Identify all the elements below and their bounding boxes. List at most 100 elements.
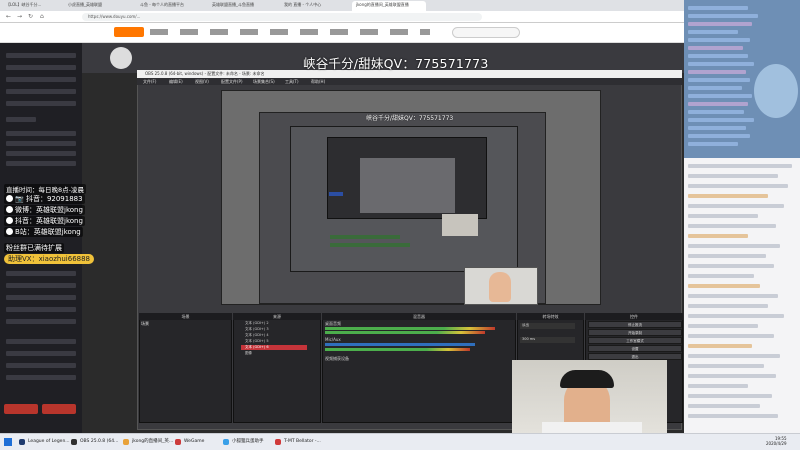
- browser-tab[interactable]: 我的 直播 - 个人中心: [280, 1, 350, 11]
- sidebar-item[interactable]: [6, 77, 76, 82]
- person-figure: [489, 272, 511, 302]
- reload-icon[interactable]: ↻: [28, 13, 33, 20]
- chat-message: [688, 314, 784, 318]
- transition-duration-input[interactable]: 300 ms: [520, 337, 575, 343]
- audio-meter: [325, 343, 475, 346]
- mixer-channel-label: 视频捕获设备: [325, 356, 349, 361]
- sidebar-item[interactable]: [6, 161, 76, 166]
- bilibili-icon: [6, 228, 13, 235]
- site-nav[interactable]: [150, 29, 430, 35]
- chat-message: [688, 126, 746, 130]
- chat-message: [688, 14, 758, 18]
- left-sidebar: [0, 43, 82, 433]
- sidebar-item[interactable]: [6, 117, 36, 122]
- sidebar-item[interactable]: [6, 141, 76, 146]
- sidebar-item[interactable]: [6, 283, 76, 288]
- chat-message: [688, 164, 792, 168]
- overlay-text-small: 峡谷千分/甜妹QV：775571773: [366, 115, 454, 122]
- sidebar-item[interactable]: [6, 131, 76, 136]
- audio-meter: [325, 348, 470, 351]
- avatar[interactable]: [110, 47, 132, 69]
- menu-item-scene-collection[interactable]: 场景集合(S): [253, 79, 275, 85]
- sidebar-action-button[interactable]: [4, 404, 38, 414]
- menu-item-tools[interactable]: 工具(T): [285, 79, 299, 85]
- taskbar-app[interactable]: T-MT Bellator -...: [274, 436, 324, 448]
- webcam-source: [464, 267, 538, 305]
- transition-select[interactable]: 淡出: [520, 323, 575, 329]
- chat-message: [688, 194, 768, 198]
- sidebar-item[interactable]: [6, 375, 76, 380]
- menu-item-view[interactable]: 视图(V): [195, 79, 209, 85]
- taskbar-app[interactable]: WeGame: [174, 436, 220, 448]
- source-item-selected[interactable]: 文本 (GDI+) 6: [241, 345, 307, 350]
- settings-button[interactable]: 设置: [588, 345, 682, 352]
- sidebar-item[interactable]: [6, 351, 76, 356]
- mixer-channel-label: Mic/Aux: [325, 337, 341, 342]
- sidebar-item[interactable]: [6, 339, 76, 344]
- search-input[interactable]: [452, 27, 520, 38]
- app-icon: [275, 439, 281, 445]
- source-item[interactable]: 文本 (GDI+) 4: [241, 333, 307, 338]
- overlay-social-line: B站：英雄联盟jkong: [4, 227, 83, 237]
- home-icon[interactable]: ⌂: [40, 13, 44, 20]
- taskbar-app[interactable]: League of Legen...: [18, 436, 70, 448]
- back-icon[interactable]: ←: [6, 13, 11, 20]
- mascot-illustration: [754, 64, 798, 118]
- chat-message: [688, 110, 744, 114]
- taskbar-app[interactable]: jkong的直播间_英...: [122, 436, 173, 448]
- taskbar-app[interactable]: 小狐狸兵蛋助手: [222, 436, 272, 448]
- sidebar-item[interactable]: [6, 89, 76, 94]
- menu-item-help[interactable]: 帮助(H): [311, 79, 325, 85]
- sidebar-item[interactable]: [6, 307, 76, 312]
- overlay-social-text: 微博：英雄联盟jkong: [15, 206, 83, 214]
- browser-tab[interactable]: 小虎直播_英雄联盟: [64, 1, 134, 11]
- browser-tab[interactable]: 斗鱼 - 每个人的直播平台: [136, 1, 206, 11]
- league-icon: [19, 439, 25, 445]
- chat-message: [688, 142, 738, 146]
- chat-message: [688, 22, 752, 26]
- person-hair: [560, 370, 614, 388]
- address-bar[interactable]: https://www.douyu.com/...: [82, 13, 482, 21]
- menu-item-file[interactable]: 文件(F): [143, 79, 156, 85]
- menu-item-edit[interactable]: 编辑(E): [169, 79, 183, 85]
- site-logo[interactable]: [114, 27, 144, 37]
- sidebar-item[interactable]: [6, 101, 76, 106]
- exit-button[interactable]: 退出: [588, 353, 682, 360]
- sidebar-item[interactable]: [6, 319, 76, 324]
- source-item[interactable]: 图像: [241, 351, 307, 356]
- chat-message: [688, 184, 788, 188]
- source-item[interactable]: 文本 (GDI+) 5: [241, 339, 307, 344]
- taskbar-app-label: T-MT Bellator -...: [284, 439, 321, 444]
- sidebar-item[interactable]: [6, 151, 76, 156]
- taskbar-app[interactable]: OBS 25.0.8 (64...: [70, 436, 120, 448]
- stop-streaming-button[interactable]: 停止推流: [588, 321, 682, 328]
- sidebar-item[interactable]: [6, 53, 76, 58]
- source-item[interactable]: 文本 (GDI+) 2: [241, 321, 307, 326]
- chat-message: [688, 354, 780, 358]
- forward-icon[interactable]: →: [17, 13, 22, 20]
- browser-tab-active[interactable]: jkong的直播间_英雄联盟直播: [352, 1, 426, 11]
- studio-mode-button[interactable]: 工作室模式: [588, 337, 682, 344]
- chat-message: [688, 404, 760, 408]
- douyin-icon: [6, 195, 13, 202]
- menu-item-profile[interactable]: 配置文件(P): [221, 79, 243, 85]
- weibo-icon: [6, 206, 13, 213]
- chat-message: [688, 384, 748, 388]
- overlay-section-label: 粉丝群已满待扩展: [4, 243, 64, 253]
- controls-dock-title: 控件: [585, 313, 683, 320]
- browser-tab[interactable]: 英雄联盟直播_斗鱼直播: [208, 1, 278, 11]
- browser-tab[interactable]: 【LOL】峡谷千分...: [2, 1, 62, 11]
- scene-item[interactable]: 场景: [141, 321, 149, 327]
- chat-message: [688, 204, 784, 208]
- start-recording-button[interactable]: 开始录制: [588, 329, 682, 336]
- wegame-icon: [175, 439, 181, 445]
- sidebar-item[interactable]: [6, 295, 76, 300]
- windows-taskbar: [0, 433, 800, 450]
- windows-start-icon[interactable]: [4, 438, 12, 446]
- sidebar-item[interactable]: [6, 65, 76, 70]
- sidebar-item[interactable]: [6, 363, 76, 368]
- taskbar-clock[interactable]: 19:55 2020/4/29: [766, 436, 787, 446]
- source-item[interactable]: 文本 (GDI+) 3: [241, 327, 307, 332]
- sidebar-action-button[interactable]: [42, 404, 76, 414]
- sidebar-item[interactable]: [6, 271, 76, 276]
